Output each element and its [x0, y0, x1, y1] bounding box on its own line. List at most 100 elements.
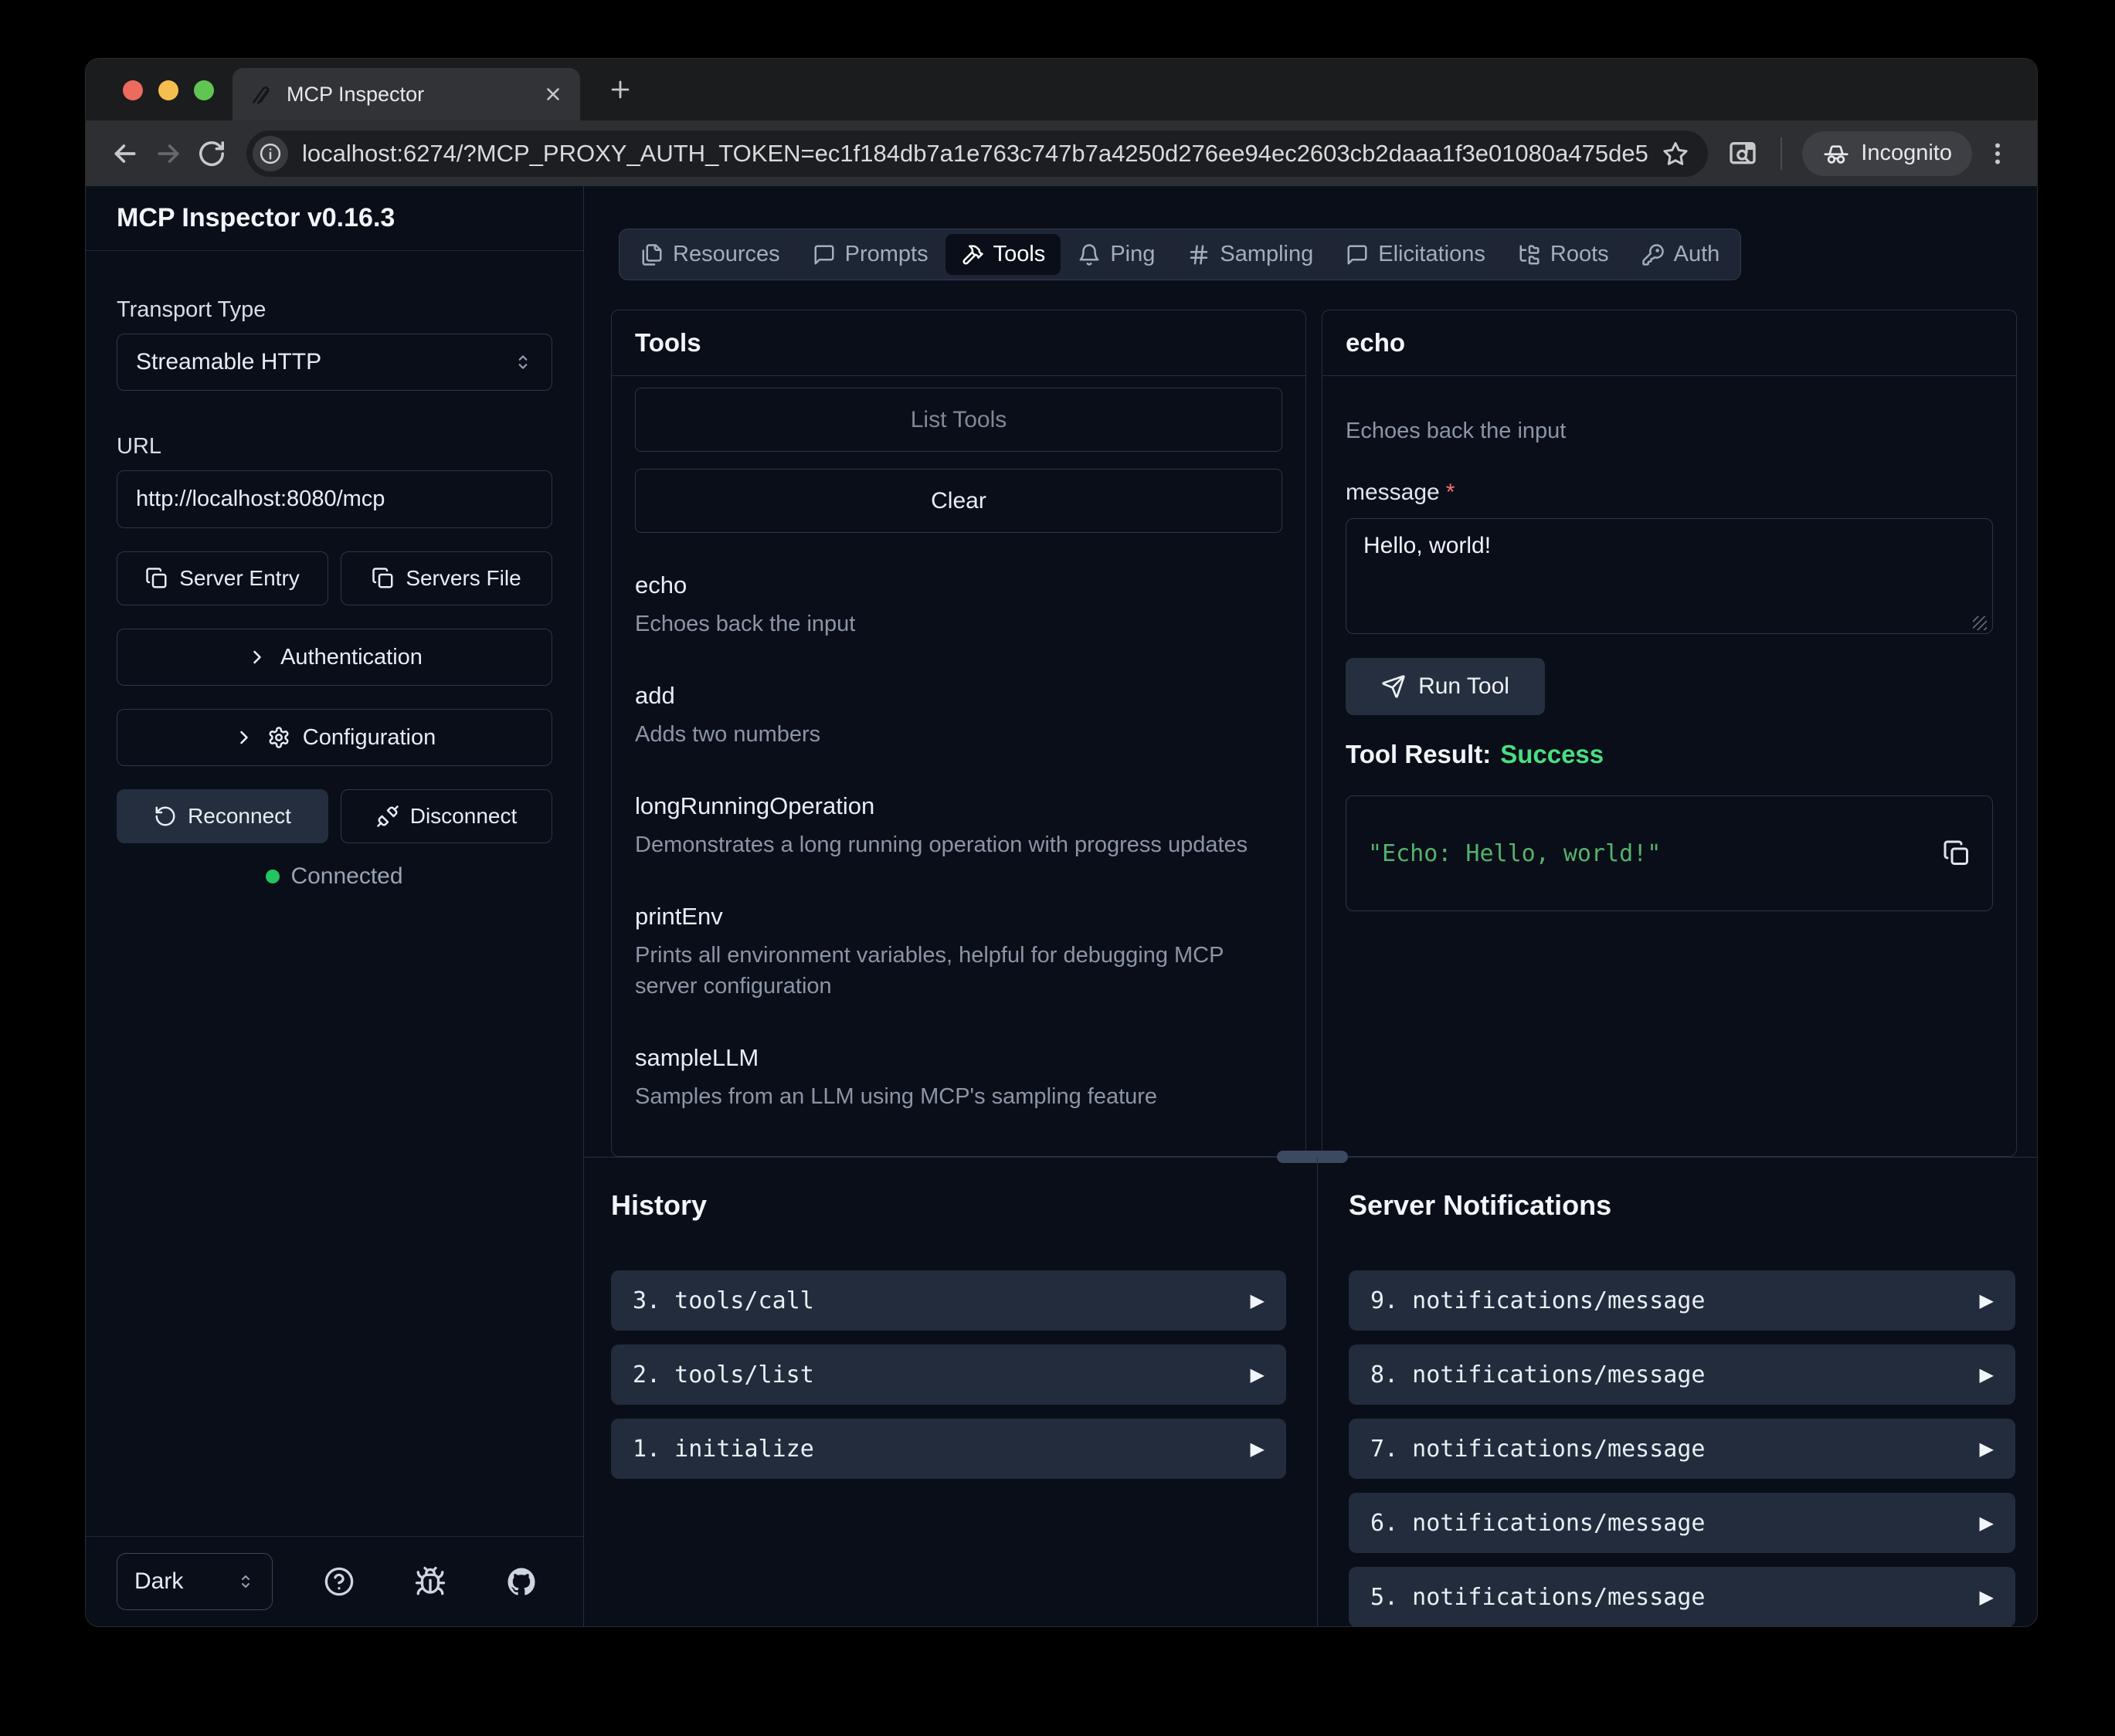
message-textarea[interactable]: Hello, world! — [1346, 518, 1993, 634]
notification-row[interactable]: 7. notifications/message ▶ — [1349, 1419, 2015, 1479]
required-marker: * — [1446, 480, 1455, 505]
copy-icon — [372, 567, 395, 590]
list-tools-button[interactable]: List Tools — [635, 388, 1282, 452]
notification-row[interactable]: 9. notifications/message ▶ — [1349, 1270, 2015, 1331]
reload-icon[interactable] — [194, 136, 229, 171]
message-field-wrap: Hello, world! — [1346, 518, 1993, 638]
github-icon[interactable] — [504, 1565, 538, 1599]
tool-list-item[interactable]: longRunningOperation Demonstrates a long… — [635, 792, 1282, 860]
chevron-up-down-icon — [513, 352, 533, 372]
url-text[interactable]: localhost:6274/?MCP_PROXY_AUTH_TOKEN=ec1… — [302, 140, 1651, 168]
history-row[interactable]: 2. tools/list ▶ — [611, 1344, 1286, 1405]
chevron-up-down-icon — [236, 1572, 255, 1591]
status-text: Connected — [290, 863, 402, 890]
sidebar: MCP Inspector v0.16.3 Transport Type Str… — [86, 186, 584, 1626]
tab-label: Roots — [1550, 242, 1609, 267]
side-panel-search-icon[interactable] — [1725, 136, 1760, 171]
send-icon — [1381, 674, 1406, 699]
browser-window: MCP Inspector — [85, 58, 2038, 1627]
configuration-button[interactable]: Configuration — [117, 709, 552, 766]
notification-row[interactable]: 6. notifications/message ▶ — [1349, 1493, 2015, 1553]
run-tool-button[interactable]: Run Tool — [1346, 658, 1545, 715]
back-icon[interactable] — [107, 136, 143, 171]
files-icon — [640, 243, 664, 266]
transport-type-label: Transport Type — [117, 297, 552, 323]
tab-resources[interactable]: Resources — [625, 234, 796, 275]
copy-result-icon[interactable] — [1943, 839, 1971, 867]
sidebar-header: MCP Inspector v0.16.3 — [86, 186, 583, 251]
site-info-icon[interactable] — [253, 136, 288, 171]
authentication-label: Authentication — [280, 645, 423, 670]
bug-icon[interactable] — [413, 1565, 447, 1599]
tab-tools[interactable]: Tools — [945, 234, 1061, 275]
resize-grip-icon[interactable] — [1973, 616, 1987, 630]
tools-panel-header: Tools — [612, 310, 1305, 376]
tool-list-item[interactable]: printEnv Prints all environment variable… — [635, 903, 1282, 1002]
help-icon[interactable] — [322, 1565, 356, 1599]
history-row[interactable]: 3. tools/call ▶ — [611, 1270, 1286, 1331]
server-url-input[interactable]: http://localhost:8080/mcp — [117, 470, 552, 528]
tool-detail-description: Echoes back the input — [1346, 419, 1993, 444]
close-window-button[interactable] — [123, 80, 143, 100]
mcp-favicon-icon — [250, 82, 274, 107]
tab-close-icon[interactable] — [543, 84, 563, 104]
chevron-right-icon — [246, 646, 268, 668]
history-title: History — [611, 1188, 1286, 1222]
app-title: MCP Inspector v0.16.3 — [117, 203, 552, 233]
configuration-label: Configuration — [303, 725, 436, 751]
reconnect-button[interactable]: Reconnect — [117, 789, 328, 843]
server-entry-button[interactable]: Server Entry — [117, 551, 328, 605]
notification-row[interactable]: 5. notifications/message ▶ — [1349, 1567, 2015, 1626]
forward-icon[interactable] — [151, 136, 186, 171]
expand-arrow-icon: ▶ — [1980, 1586, 1994, 1609]
minimize-window-button[interactable] — [158, 80, 178, 100]
sidebar-controls: Transport Type Streamable HTTP URL http:… — [86, 251, 583, 890]
browser-tab[interactable]: MCP Inspector — [233, 68, 580, 120]
disconnect-button[interactable]: Disconnect — [341, 789, 552, 843]
incognito-badge: Incognito — [1802, 131, 1972, 176]
tab-label: Auth — [1674, 242, 1720, 267]
browser-menu-icon[interactable] — [1980, 136, 2015, 171]
history-row-label: 2. tools/list — [633, 1361, 814, 1388]
notification-row[interactable]: 8. notifications/message ▶ — [1349, 1344, 2015, 1405]
history-row[interactable]: 1. initialize ▶ — [611, 1419, 1286, 1479]
tab-sampling[interactable]: Sampling — [1172, 234, 1329, 275]
tab-auth[interactable]: Auth — [1626, 234, 1736, 275]
notification-row-label: 9. notifications/message — [1370, 1287, 1705, 1314]
maximize-window-button[interactable] — [194, 80, 214, 100]
new-tab-button[interactable] — [605, 74, 636, 105]
bookmark-star-icon[interactable] — [1662, 140, 1689, 168]
unplug-icon — [376, 805, 399, 828]
reconnect-label: Reconnect — [188, 804, 291, 829]
incognito-label: Incognito — [1861, 141, 1952, 166]
server-url-value: http://localhost:8080/mcp — [136, 487, 385, 512]
tab-label: Prompts — [845, 242, 928, 267]
incognito-icon — [1822, 140, 1850, 168]
theme-select[interactable]: Dark — [117, 1553, 273, 1610]
window-controls — [123, 80, 214, 100]
servers-file-button[interactable]: Servers File — [341, 551, 552, 605]
tool-list-item[interactable]: sampleLLM Samples from an LLM using MCP'… — [635, 1044, 1282, 1112]
feature-tabs: Resources Prompts Tools Ping — [619, 229, 1741, 280]
tool-list-item[interactable]: add Adds two numbers — [635, 682, 1282, 750]
theme-value: Dark — [134, 1568, 183, 1595]
tab-roots[interactable]: Roots — [1502, 234, 1624, 275]
tab-prompts[interactable]: Prompts — [797, 234, 944, 275]
history-list: 3. tools/call ▶ 2. tools/list ▶ 1. initi… — [611, 1270, 1286, 1479]
clear-tools-button[interactable]: Clear — [635, 469, 1282, 533]
tool-name: longRunningOperation — [635, 792, 1282, 820]
tool-description: Echoes back the input — [635, 609, 1268, 639]
transport-type-select[interactable]: Streamable HTTP — [117, 334, 552, 391]
tab-ping[interactable]: Ping — [1062, 234, 1170, 275]
authentication-button[interactable]: Authentication — [117, 629, 552, 686]
tools-panel-title: Tools — [635, 328, 701, 358]
tab-elicitations[interactable]: Elicitations — [1330, 234, 1501, 275]
expand-arrow-icon: ▶ — [1251, 1438, 1265, 1460]
address-bar[interactable]: localhost:6274/?MCP_PROXY_AUTH_TOKEN=ec1… — [246, 131, 1708, 177]
folder-tree-icon — [1518, 243, 1541, 266]
notification-row-label: 6. notifications/message — [1370, 1510, 1705, 1537]
hammer-icon — [961, 243, 984, 266]
tab-label: Ping — [1110, 242, 1155, 267]
tool-list-item[interactable]: echo Echoes back the input — [635, 571, 1282, 639]
expand-arrow-icon: ▶ — [1980, 1438, 1994, 1460]
